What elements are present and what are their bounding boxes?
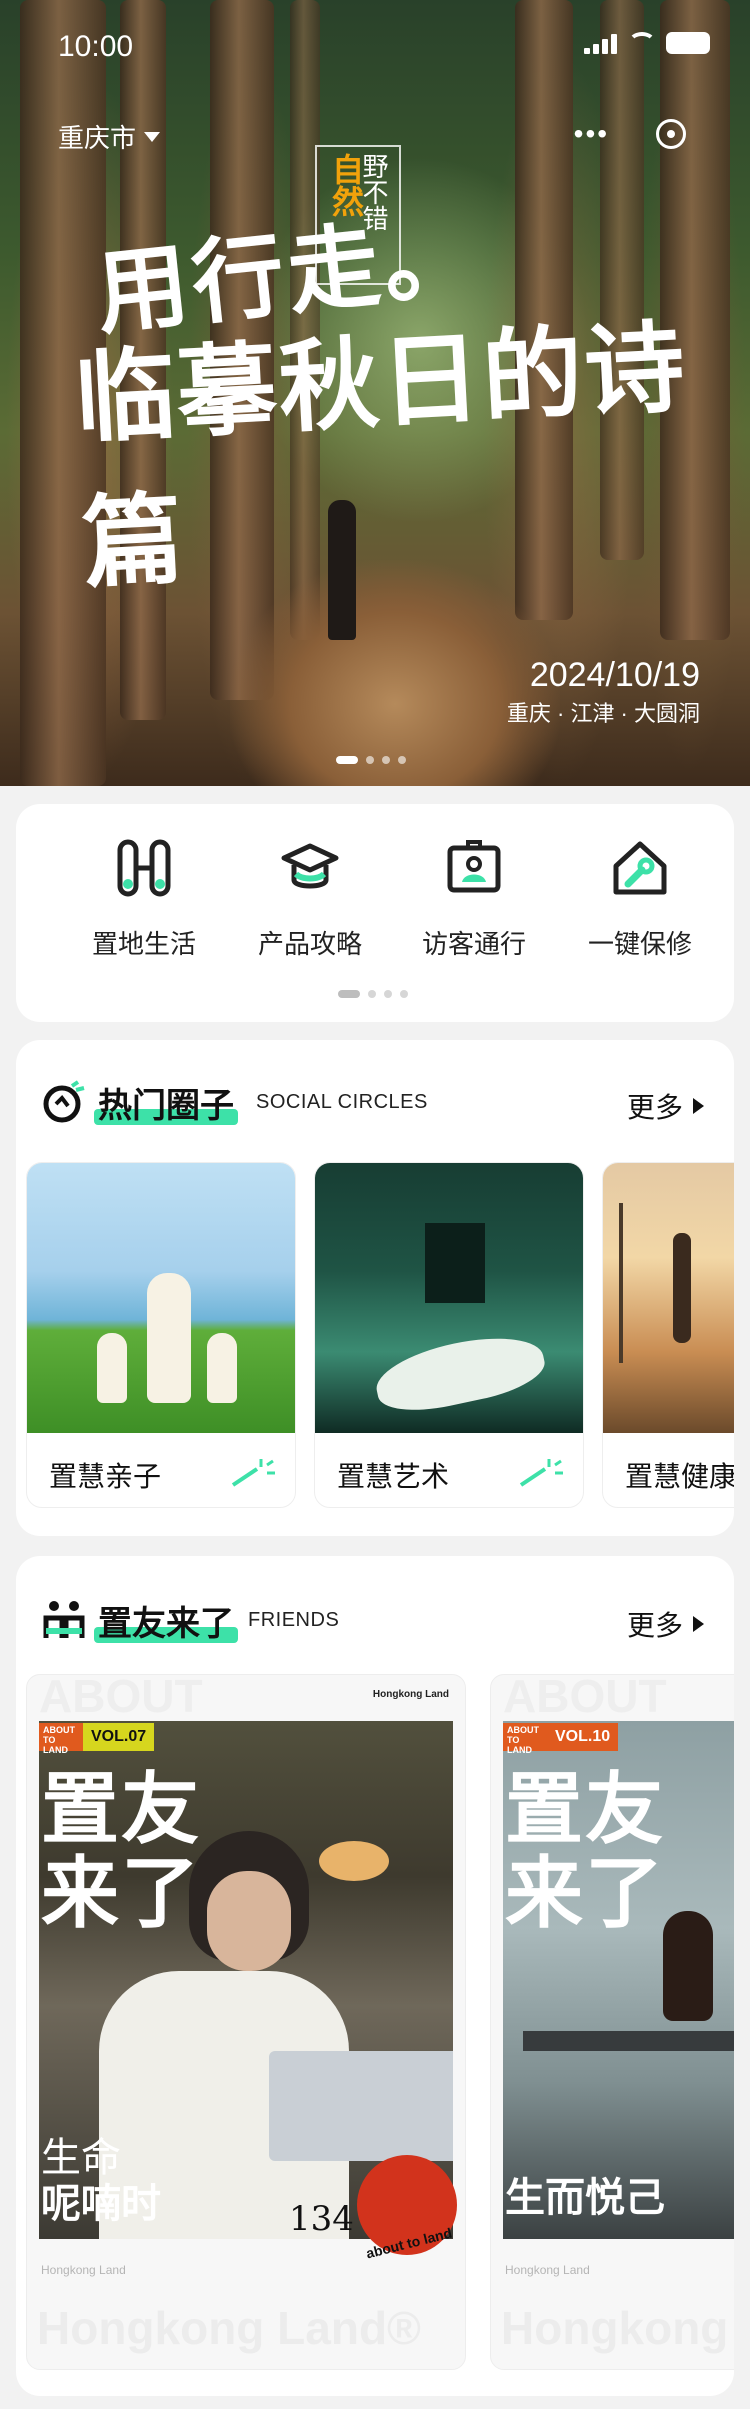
arrow-right-icon bbox=[693, 1616, 704, 1632]
friend-card[interactable]: ABOUT ABOUT TO LAND VOL.10 置友 来了 生而悦己 Ho… bbox=[490, 1674, 734, 2370]
quick-item-visitor[interactable]: 访客通行 bbox=[394, 838, 554, 961]
circle-card-parenting[interactable]: 置慧亲子 bbox=[26, 1162, 296, 1508]
hero-location: 重庆 · 江津 · 大圆洞 bbox=[506, 701, 700, 726]
circles-header: 热门圈子 SOCIAL CIRCLES bbox=[42, 1076, 428, 1128]
signal-icon bbox=[584, 32, 618, 54]
volume-prefix: ABOUT TO LAND bbox=[39, 1723, 83, 1755]
more-label: 更多 bbox=[626, 1610, 683, 1641]
section-title: 热门圈子 bbox=[94, 1078, 238, 1127]
sparkle-arrow-icon bbox=[519, 1459, 563, 1487]
quick-menu-card: 置地生活 产品攻略 访客通行 一键保修 bbox=[16, 804, 734, 1022]
friend-card-tag: 生而悦己 bbox=[505, 2176, 665, 2220]
house-wrench-icon bbox=[610, 838, 670, 898]
circle-label: 置慧健康 bbox=[625, 1461, 734, 1492]
friend-card-title: 置友 来了 bbox=[41, 1765, 202, 1937]
section-subtitle: FRIENDS bbox=[248, 1608, 340, 1631]
circle-card-art[interactable]: 置慧艺术 bbox=[314, 1162, 584, 1508]
volume-badge: ABOUT TO LAND VOL.10 bbox=[503, 1723, 619, 1755]
graduation-cap-icon bbox=[280, 838, 340, 898]
quick-item-label: 访客通行 bbox=[421, 929, 526, 959]
friends-more-button[interactable]: 更多 bbox=[627, 1604, 704, 1644]
friends-card: 置友来了 FRIENDS 更多 ABOUT Hongkong Land ABOU… bbox=[16, 1556, 734, 2396]
wifi-icon bbox=[628, 32, 656, 54]
friend-card-tag: 生命 呢喃时 bbox=[41, 2136, 161, 2226]
hot-circles-card: 热门圈子 SOCIAL CIRCLES 更多 置慧亲子 置慧艺术 置慧健康 bbox=[16, 1040, 734, 1536]
status-icons bbox=[584, 32, 710, 54]
volume-badge: ABOUT TO LAND VOL.07 bbox=[39, 1723, 155, 1755]
close-target-icon[interactable] bbox=[656, 119, 687, 149]
friends-header: 置友来了 FRIENDS bbox=[42, 1594, 339, 1646]
volume-number: VOL.07 bbox=[83, 1723, 155, 1751]
quick-item-repair[interactable]: 一键保修 bbox=[560, 838, 720, 961]
quick-item-label: 置地生活 bbox=[91, 929, 196, 959]
status-time: 10:00 bbox=[58, 30, 134, 63]
card-brand: Hongkong Land bbox=[505, 2263, 590, 2277]
visitor-id-icon bbox=[444, 838, 504, 898]
card-top-watermark: ABOUT bbox=[503, 1674, 667, 1722]
hero-banner[interactable]: 10:00 重庆市 ••• 自然 野不错 用行走。 临摹秋日的诗篇 2024/1… bbox=[0, 0, 750, 786]
more-label: 更多 bbox=[626, 1092, 683, 1123]
card-brand: Hongkong Land bbox=[41, 2263, 126, 2277]
city-selector[interactable]: 重庆市 bbox=[58, 118, 161, 155]
circle-label: 置慧艺术 bbox=[337, 1461, 450, 1492]
volume-prefix: ABOUT TO LAND bbox=[503, 1723, 547, 1755]
circle-label: 置慧亲子 bbox=[49, 1461, 162, 1492]
sparkle-arrow-icon bbox=[231, 1459, 275, 1487]
circles-more-button[interactable]: 更多 bbox=[627, 1086, 704, 1126]
card-top-watermark: ABOUT bbox=[39, 1674, 203, 1722]
friend-card-title: 置友 来了 bbox=[505, 1765, 666, 1937]
hero-date: 2024/10/19 bbox=[529, 656, 700, 694]
volume-number: VOL.10 bbox=[547, 1723, 619, 1751]
hero-headline-2: 临摹秋日的诗篇 bbox=[72, 308, 690, 603]
circle-image bbox=[27, 1163, 295, 1433]
circle-image bbox=[603, 1163, 734, 1433]
quick-item-guide[interactable]: 产品攻略 bbox=[230, 838, 390, 961]
hero-pager bbox=[336, 756, 406, 764]
card-corner-brand: Hongkong Land bbox=[372, 1689, 449, 1700]
battery-icon bbox=[666, 32, 710, 54]
more-menu-icon[interactable]: ••• bbox=[574, 118, 609, 150]
city-label: 重庆市 bbox=[58, 123, 137, 153]
issue-number: 134 bbox=[289, 2199, 354, 2239]
circle-image bbox=[315, 1163, 583, 1433]
friends-section-icon bbox=[43, 1601, 85, 1638]
section-subtitle: SOCIAL CIRCLES bbox=[256, 1090, 428, 1113]
chevron-down-icon bbox=[144, 131, 161, 142]
life-icon bbox=[114, 838, 174, 898]
quick-item-label: 一键保修 bbox=[587, 929, 692, 959]
card-watermark: Hongkong Land bbox=[501, 2302, 734, 2354]
card-watermark: Hongkong Land® bbox=[37, 2302, 421, 2354]
circles-section-icon bbox=[43, 1080, 85, 1123]
mini-program-capsule: ••• bbox=[550, 108, 710, 160]
quick-pager bbox=[338, 990, 408, 998]
circle-card-health[interactable]: 置慧健康 bbox=[602, 1162, 734, 1508]
section-title: 置友来了 bbox=[94, 1596, 238, 1645]
arrow-right-icon bbox=[693, 1098, 704, 1114]
quick-item-life[interactable]: 置地生活 bbox=[64, 838, 224, 961]
friend-card[interactable]: ABOUT Hongkong Land ABOUT TO LAND VOL.07… bbox=[26, 1674, 466, 2370]
quick-item-label: 产品攻略 bbox=[257, 929, 362, 959]
